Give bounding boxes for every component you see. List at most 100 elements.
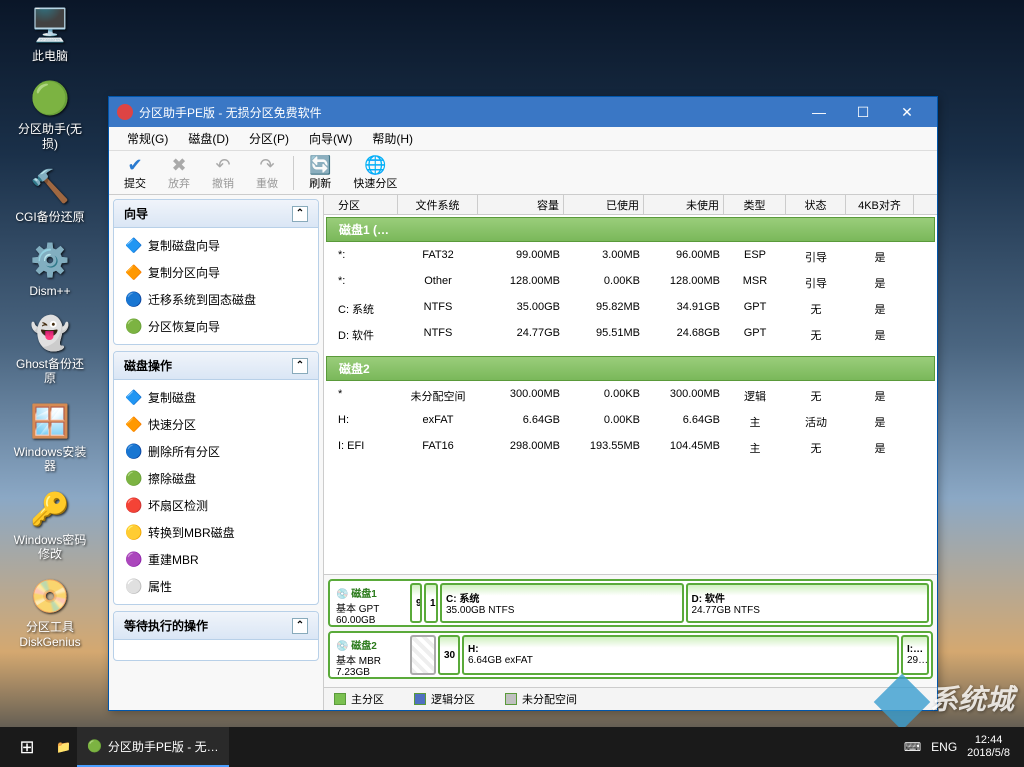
toolbar: ✔提交✖放弃↶撤销↷重做🔄刷新🌐快速分区 <box>109 151 937 195</box>
disk-group-header[interactable]: 磁盘1 (… <box>326 217 935 242</box>
wizard-panel: 向导 ⌃ 🔷复制磁盘向导🔶复制分区向导🔵迁移系统到固态磁盘🟢分区恢复向导 <box>113 199 319 345</box>
icon-label: 分区助手(无损) <box>13 122 88 151</box>
date-text: 2018/5/8 <box>967 747 1010 760</box>
legend-item: 未分配空间 <box>505 691 577 707</box>
cell: I: EFI <box>324 438 398 458</box>
panel-item[interactable]: 🔷复制磁盘 <box>114 384 318 411</box>
desktop-icon-1[interactable]: 🟢分区助手(无损) <box>5 78 95 151</box>
partition-block[interactable]: 9 <box>410 583 422 623</box>
desktop-icon-7[interactable]: 📀分区工具DiskGenius <box>5 576 95 649</box>
item-icon: 🔷 <box>126 390 142 406</box>
panel-item[interactable]: 🔴坏扇区检测 <box>114 492 318 519</box>
toolbar-icon: ✖ <box>171 155 186 175</box>
desktop-icon-5[interactable]: 🪟Windows安装器 <box>5 401 95 474</box>
disk-ops-panel-header[interactable]: 磁盘操作 ⌃ <box>114 352 318 380</box>
column-header[interactable]: 未使用 <box>644 195 724 214</box>
toolbar-icon: ✔ <box>127 155 142 175</box>
close-button[interactable]: ✕ <box>885 97 929 127</box>
column-header[interactable]: 文件系统 <box>398 195 478 214</box>
desktop-icon-4[interactable]: 👻 Ghost备份还原 <box>5 313 95 386</box>
icon-image: 👻 <box>30 313 70 353</box>
toolbar-刷新[interactable]: 🔄刷新 <box>298 152 342 194</box>
item-label: 复制磁盘向导 <box>148 237 220 254</box>
column-header[interactable]: 分区 <box>324 195 398 214</box>
panel-item[interactable]: ⚪属性 <box>114 573 318 600</box>
partition-block[interactable]: D: 软件24.77GB NTFS <box>686 583 930 623</box>
desktop-icon-3[interactable]: ⚙️Dism++ <box>5 240 95 298</box>
wizard-panel-header[interactable]: 向导 ⌃ <box>114 200 318 228</box>
item-icon: 🟣 <box>126 552 142 568</box>
partition-block[interactable]: 30 <box>438 635 460 675</box>
disk-group-header[interactable]: 磁盘2 <box>326 356 935 381</box>
item-icon: 🔴 <box>126 498 142 514</box>
collapse-icon[interactable]: ⌃ <box>292 618 308 634</box>
partition-row[interactable]: C: 系统NTFS35.00GB95.82MB34.91GBGPT无是 <box>324 296 937 322</box>
cell: 是 <box>846 438 914 458</box>
maximize-button[interactable]: ☐ <box>841 97 885 127</box>
menu-item[interactable]: 分区(P) <box>239 130 299 147</box>
toolbar-label: 提交 <box>124 175 146 191</box>
partition-row[interactable]: H:exFAT6.64GB0.00KB6.64GB主活动是 <box>324 409 937 435</box>
partition-block[interactable]: H:6.64GB exFAT <box>462 635 899 675</box>
toolbar-icon: 🌐 <box>364 155 386 175</box>
menu-item[interactable]: 常规(G) <box>117 130 178 147</box>
partition-block[interactable] <box>410 635 436 675</box>
toolbar-快速分区[interactable]: 🌐快速分区 <box>342 152 408 194</box>
partition-row[interactable]: D: 软件NTFS24.77GB95.51MB24.68GBGPT无是 <box>324 322 937 348</box>
partition-block[interactable]: C: 系统35.00GB NTFS <box>440 583 684 623</box>
partition-block[interactable]: I:…29… <box>901 635 929 675</box>
menu-item[interactable]: 帮助(H) <box>362 130 423 147</box>
panel-item[interactable]: 🔶复制分区向导 <box>114 259 318 286</box>
column-header[interactable]: 状态 <box>786 195 846 214</box>
panel-item[interactable]: 🟢擦除磁盘 <box>114 465 318 492</box>
menu-item[interactable]: 向导(W) <box>299 130 362 147</box>
clock[interactable]: 12:44 2018/5/8 <box>967 734 1010 760</box>
partition-grid-body[interactable]: 磁盘1 (…*:FAT3299.00MB3.00MB96.00MBESP引导是*… <box>324 215 937 574</box>
collapse-icon[interactable]: ⌃ <box>292 206 308 222</box>
disk-info[interactable]: 💿 磁盘2基本 MBR7.23GB <box>332 635 408 675</box>
partition-block[interactable]: 1 <box>424 583 438 623</box>
cell: 128.00MB <box>644 273 724 293</box>
keyboard-icon[interactable]: ⌨ <box>904 740 921 754</box>
pending-ops-header[interactable]: 等待执行的操作 ⌃ <box>114 612 318 640</box>
column-header[interactable]: 类型 <box>724 195 786 214</box>
icon-label: 分区工具DiskGenius <box>13 620 88 649</box>
start-button[interactable]: ⊞ <box>4 727 50 767</box>
partition-row[interactable]: *:FAT3299.00MB3.00MB96.00MBESP引导是 <box>324 244 937 270</box>
panel-item[interactable]: 🟣重建MBR <box>114 546 318 573</box>
item-label: 擦除磁盘 <box>148 470 196 487</box>
icon-label: Ghost备份还原 <box>13 357 88 386</box>
panel-item[interactable]: 🟢分区恢复向导 <box>114 313 318 340</box>
file-explorer-task[interactable]: 📁 <box>50 727 77 767</box>
desktop-icon-2[interactable]: 🔨CGI备份还原 <box>5 166 95 224</box>
item-icon: 🟡 <box>126 525 142 541</box>
panel-item[interactable]: 🟡转换到MBR磁盘 <box>114 519 318 546</box>
minimize-button[interactable]: — <box>797 97 841 127</box>
desktop-icon-0[interactable]: 🖥️此电脑 <box>5 5 95 63</box>
panel-item[interactable]: 🔵删除所有分区 <box>114 438 318 465</box>
column-header[interactable]: 容量 <box>478 195 564 214</box>
app-icon <box>117 104 133 120</box>
column-header[interactable]: 已使用 <box>564 195 644 214</box>
cell: 298.00MB <box>478 438 564 458</box>
panel-item[interactable]: 🔶快速分区 <box>114 411 318 438</box>
cell: GPT <box>724 325 786 345</box>
cell: *: <box>324 273 398 293</box>
language-indicator[interactable]: ENG <box>931 740 957 754</box>
cell: 193.55MB <box>564 438 644 458</box>
titlebar[interactable]: 分区助手PE版 - 无损分区免费软件 — ☐ ✕ <box>109 97 937 127</box>
time-text: 12:44 <box>967 734 1010 747</box>
collapse-icon[interactable]: ⌃ <box>292 358 308 374</box>
partition-row[interactable]: *:Other128.00MB0.00KB128.00MBMSR引导是 <box>324 270 937 296</box>
disk-info[interactable]: 💿 磁盘1基本 GPT60.00GB <box>332 583 408 623</box>
toolbar-提交[interactable]: ✔提交 <box>113 152 157 194</box>
menu-item[interactable]: 磁盘(D) <box>178 130 239 147</box>
panel-item[interactable]: 🔷复制磁盘向导 <box>114 232 318 259</box>
partition-row[interactable]: I: EFIFAT16298.00MB193.55MB104.45MB主无是 <box>324 435 937 461</box>
active-task[interactable]: 🟢 分区助手PE版 - 无… <box>77 727 229 767</box>
panel-item[interactable]: 🔵迁移系统到固态磁盘 <box>114 286 318 313</box>
disk-ops-panel: 磁盘操作 ⌃ 🔷复制磁盘🔶快速分区🔵删除所有分区🟢擦除磁盘🔴坏扇区检测🟡转换到M… <box>113 351 319 605</box>
desktop-icon-6[interactable]: 🔑Windows密码修改 <box>5 489 95 562</box>
column-header[interactable]: 4KB对齐 <box>846 195 914 214</box>
partition-row[interactable]: *未分配空间300.00MB0.00KB300.00MB逻辑无是 <box>324 383 937 409</box>
